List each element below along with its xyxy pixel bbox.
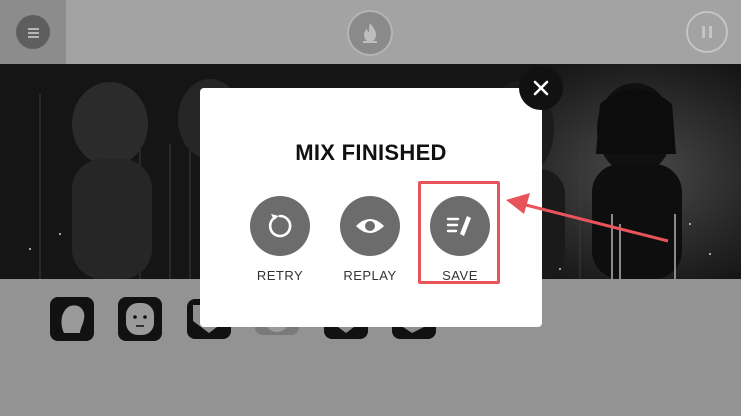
replay-circle[interactable]	[340, 196, 400, 256]
retry-icon	[268, 214, 292, 238]
flame-icon	[363, 23, 377, 43]
eye-icon	[356, 219, 384, 233]
head-silhouette-icon	[61, 305, 85, 333]
tray-slot-1[interactable]	[50, 297, 94, 341]
close-dialog-button[interactable]	[519, 66, 563, 110]
save-highlight-box	[418, 181, 500, 284]
tray-slot-2[interactable]	[118, 297, 162, 341]
pause-button[interactable]	[686, 11, 728, 53]
close-icon	[533, 80, 549, 96]
pause-icon	[700, 26, 714, 38]
top-bar	[0, 0, 741, 64]
dialog-title: MIX FINISHED	[295, 140, 447, 165]
retry-circle[interactable]	[250, 196, 310, 256]
retry-label: RETRY	[256, 268, 304, 283]
replay-label: REPLAY	[343, 268, 397, 283]
retry-button[interactable]: RETRY	[240, 196, 320, 283]
bonus-button[interactable]	[347, 10, 393, 56]
menu-button[interactable]	[16, 15, 50, 49]
hamburger-icon	[27, 27, 39, 38]
replay-button[interactable]: REPLAY	[330, 196, 410, 283]
face-icon	[126, 303, 154, 335]
